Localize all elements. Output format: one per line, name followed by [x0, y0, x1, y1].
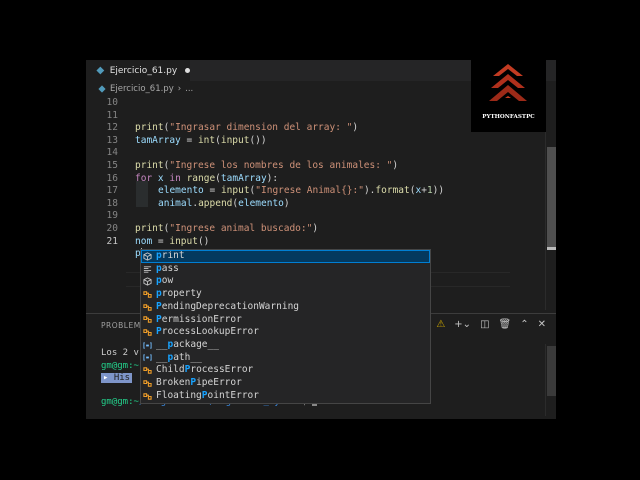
channel-logo: PYTHONFASTPC: [471, 60, 546, 132]
suggestion-item[interactable]: pass: [141, 263, 430, 276]
terminal-output-line: Los 2 v: [101, 348, 139, 358]
class-icon: [143, 392, 152, 400]
suggestion-item[interactable]: PermissionError: [141, 314, 430, 327]
line-number: 14: [106, 147, 118, 159]
autocomplete-popup: print pass pow property PendingDeprecati…: [140, 249, 431, 404]
line-number: 17: [106, 185, 118, 197]
suggestion-item[interactable]: PendingDeprecationWarning: [141, 301, 430, 314]
line-number: 15: [106, 160, 118, 171]
line-number: 18: [106, 197, 118, 209]
breadcrumb: Ejercicio_61.py › ...: [98, 82, 193, 96]
line-number: 19: [106, 210, 118, 222]
tab-label: Ejercicio_61.py: [109, 65, 178, 76]
unsaved-dot-icon[interactable]: [185, 68, 190, 73]
keyword-icon: [143, 265, 152, 273]
suggestion-item[interactable]: print: [141, 250, 430, 263]
editor-scrollbar[interactable]: [545, 97, 556, 310]
method-cube-icon: [143, 277, 152, 286]
trash-icon[interactable]: 🗑: [499, 319, 512, 330]
line-number: 10: [106, 97, 118, 108]
code-line[interactable]: elemento = input("Ingrese Animal{}:").fo…: [158, 185, 444, 198]
class-icon: [143, 303, 152, 311]
suggestion-item[interactable]: pow: [141, 275, 430, 288]
suggestion-item[interactable]: __package__: [141, 339, 430, 352]
class-icon: [143, 291, 152, 298]
maximize-panel-icon[interactable]: ⌃: [520, 319, 528, 330]
scrollbar-thumb[interactable]: [547, 147, 556, 247]
code-line[interactable]: nom = input(): [135, 236, 209, 249]
panel-actions: ⚠ +⌄ ◫ 🗑 ⌃ ✕: [436, 319, 546, 330]
suggestion-item[interactable]: ChildProcessError: [141, 364, 430, 377]
code-line[interactable]: print("Ingrese animal buscado:"): [135, 223, 318, 236]
class-icon: [143, 329, 152, 336]
class-icon: [143, 367, 152, 374]
class-icon: [143, 380, 152, 387]
new-terminal-icon[interactable]: +⌄: [454, 319, 471, 330]
variable-icon: [143, 342, 152, 349]
tab-ejercicio-61[interactable]: Ejercicio_61.py: [86, 60, 190, 81]
split-terminal-icon[interactable]: ◫: [480, 319, 489, 330]
line-number: 13: [106, 134, 118, 146]
suggestion-item[interactable]: BrokenPipeError: [141, 377, 430, 390]
code-line[interactable]: print("Ingrasar dimension del array: "): [135, 122, 358, 135]
suggestion-item[interactable]: property: [141, 288, 430, 301]
line-number: 16: [106, 172, 118, 184]
line-number: 12: [106, 122, 118, 134]
suggestion-item[interactable]: FloatingPointError: [141, 390, 430, 403]
suggestion-item[interactable]: ProcessLookupError: [141, 326, 430, 339]
breadcrumb-more[interactable]: ...: [185, 84, 193, 94]
breadcrumb-file[interactable]: Ejercicio_61.py: [110, 84, 174, 94]
warning-icon[interactable]: ⚠: [436, 319, 445, 330]
line-number: 20: [106, 223, 118, 234]
python-file-icon: [96, 66, 105, 75]
chevron-right-icon: ›: [177, 84, 182, 94]
terminal-prompt-line: gm@gm:~: [101, 361, 139, 371]
code-line[interactable]: for x in range(tamArray):: [135, 173, 278, 186]
line-number: 11: [106, 109, 118, 121]
code-line[interactable]: animal.append(elemento): [158, 198, 290, 211]
history-badge[interactable]: ▸ His: [101, 373, 133, 383]
line-number: 21: [106, 235, 118, 247]
logo-text: PYTHONFASTPC: [482, 114, 535, 120]
chevron-stack-logo-icon: [489, 64, 527, 101]
class-icon: [143, 316, 152, 324]
suggestion-item[interactable]: __path__: [141, 352, 430, 365]
python-file-icon: [98, 85, 106, 93]
code-line[interactable]: print("Ingrese los nombres de los animal…: [135, 160, 398, 173]
code-line[interactable]: tamArray = int(input()): [135, 135, 267, 148]
scrollbar-cursor-marker: [547, 247, 556, 250]
method-cube-icon: [143, 252, 152, 261]
variable-icon: [143, 354, 152, 362]
close-icon[interactable]: ✕: [538, 319, 546, 330]
terminal-scrollbar[interactable]: [545, 344, 556, 416]
